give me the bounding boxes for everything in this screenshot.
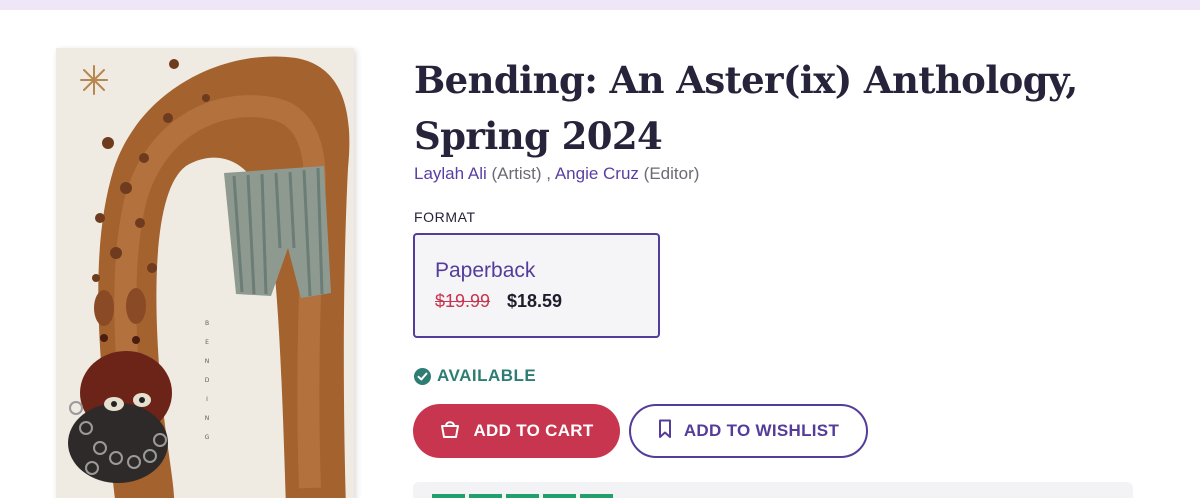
add-to-cart-label: ADD TO CART	[473, 421, 594, 440]
star-icon	[432, 494, 465, 498]
star-icon	[469, 494, 502, 498]
rating-stars	[432, 494, 613, 498]
add-to-wishlist-button[interactable]: ADD TO WISHLIST	[629, 404, 868, 458]
availability-status: AVAILABLE	[414, 366, 536, 386]
contributor-link-editor[interactable]: Angie Cruz	[555, 164, 639, 183]
spine-letter: G	[204, 434, 210, 441]
book-title: Bending: An Aster(ix) Anthology, Spring …	[414, 58, 1078, 158]
format-name: Paperback	[435, 259, 536, 282]
book-cover-image[interactable]: B E N D I N G	[56, 48, 354, 498]
format-label: FORMAT	[414, 209, 476, 225]
spine-letter: D	[204, 377, 210, 384]
spine-letter: N	[204, 358, 210, 365]
contributors-line: Laylah Ali (Artist) , Angie Cruz (Editor…	[414, 164, 699, 184]
contributor-role: (Artist)	[491, 164, 542, 183]
contributor-separator: ,	[546, 164, 552, 183]
spine-letter: N	[204, 415, 210, 422]
add-to-wishlist-label: ADD TO WISHLIST	[683, 421, 840, 440]
check-circle-icon	[414, 367, 431, 385]
star-icon	[506, 494, 539, 498]
sale-price: $18.59	[507, 291, 563, 311]
star-icon	[543, 494, 576, 498]
format-option-paperback[interactable]: Paperback $19.99 $18.59	[413, 233, 660, 338]
spine-letter: I	[206, 396, 208, 403]
shopping-bag-icon	[439, 419, 461, 444]
contributor-link-artist[interactable]: Laylah Ali	[414, 164, 487, 183]
contributor-role: (Editor)	[643, 164, 700, 183]
star-icon	[580, 494, 613, 498]
top-banner-strip	[0, 0, 1200, 10]
availability-text: AVAILABLE	[437, 366, 537, 385]
original-price: $19.99	[435, 291, 491, 311]
add-to-cart-button[interactable]: ADD TO CART	[413, 404, 620, 458]
bookmark-icon	[658, 419, 672, 444]
cover-spine-text: B E N D I N G	[202, 314, 212, 447]
spine-letter: B	[204, 320, 210, 327]
spine-letter: E	[205, 339, 209, 346]
